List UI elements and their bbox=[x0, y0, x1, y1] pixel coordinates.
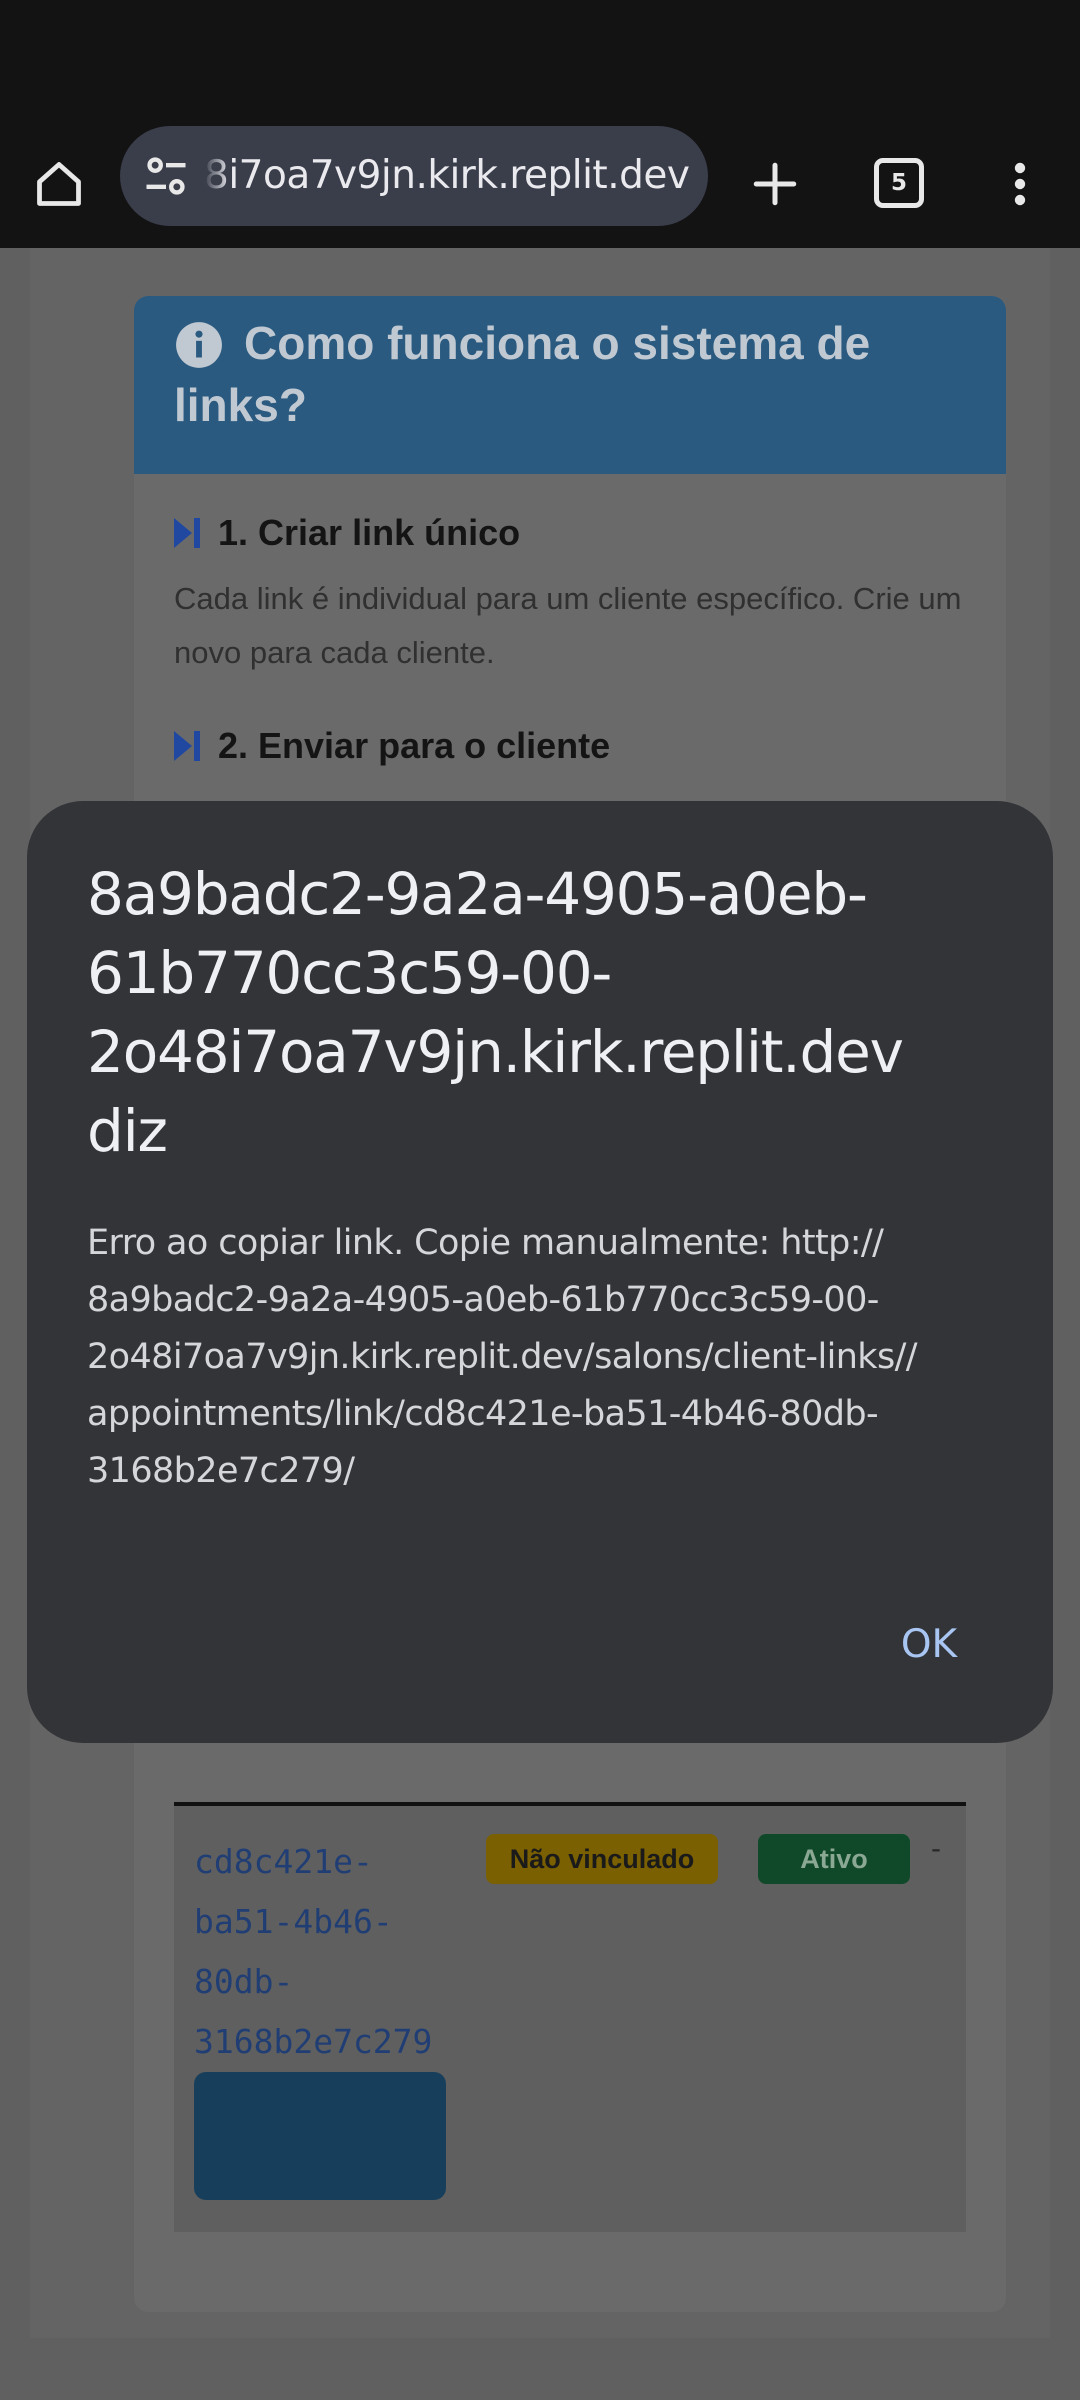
url-text[interactable]: 8i7oa7v9jn.kirk.replit.dev bbox=[204, 126, 690, 226]
links-table: cd8c421e-ba51-4b46-80db-3168b2e7c279 Não… bbox=[174, 1802, 966, 2232]
info-card-header: Como funciona o sistema de links? bbox=[134, 296, 1006, 474]
more-menu-icon[interactable] bbox=[984, 148, 1056, 220]
dialog-message: Erro ao copiar link. Copie manualmente: … bbox=[87, 1223, 918, 1491]
status-badge-unlinked: Não vinculado bbox=[486, 1834, 718, 1884]
alert-dialog: 8a9badc2-9a2a-4905-a0eb-61b770cc3c59-00-… bbox=[27, 801, 1053, 1743]
site-settings-icon[interactable] bbox=[140, 150, 192, 202]
step-1-title: 1. Criar link único bbox=[218, 512, 521, 553]
address-bar[interactable]: 8i7oa7v9jn.kirk.replit.dev bbox=[120, 126, 708, 226]
tab-switcher-icon[interactable]: 5 bbox=[864, 148, 936, 220]
home-icon[interactable] bbox=[23, 148, 95, 220]
status-badge-active: Ativo bbox=[758, 1834, 910, 1884]
step-forward-icon bbox=[174, 518, 200, 548]
status-bar bbox=[0, 0, 1080, 120]
step-2-title: 2. Enviar para o cliente bbox=[218, 725, 611, 766]
browser-toolbar: 8i7oa7v9jn.kirk.replit.dev 5 bbox=[0, 120, 1080, 248]
dialog-title: 8a9badc2-9a2a-4905-a0eb-61b770cc3c59-00-… bbox=[87, 860, 904, 1165]
step-1-description: Cada link é individual para um cliente e… bbox=[174, 581, 962, 670]
table-divider bbox=[174, 1802, 966, 1806]
new-tab-icon[interactable] bbox=[739, 148, 811, 220]
empty-cell: - bbox=[931, 1832, 941, 1865]
ok-button[interactable]: OK bbox=[847, 1601, 1011, 1689]
step-1: 1. Criar link único Cada link é individu… bbox=[174, 508, 974, 680]
tab-count: 5 bbox=[874, 158, 924, 208]
copy-link-button[interactable] bbox=[194, 2072, 446, 2200]
link-id[interactable]: cd8c421e-ba51-4b46-80db-3168b2e7c279 bbox=[194, 1832, 454, 2072]
step-2: 2. Enviar para o cliente bbox=[174, 721, 610, 771]
step-forward-icon bbox=[174, 731, 200, 761]
info-card-title: Como funciona o sistema de links? bbox=[174, 317, 871, 431]
